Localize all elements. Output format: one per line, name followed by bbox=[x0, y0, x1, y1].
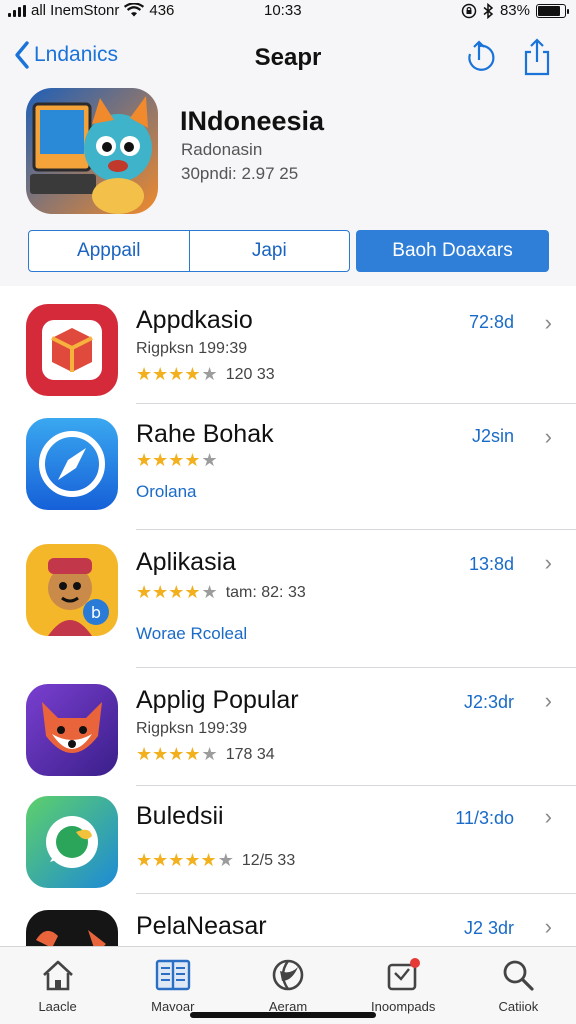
lock-rotation-icon bbox=[461, 3, 477, 18]
network-label: 436 bbox=[149, 2, 175, 19]
tab-label: Inoompads bbox=[371, 999, 436, 1014]
tab-4[interactable]: Catiiok bbox=[461, 947, 576, 1024]
status-right: 83% bbox=[461, 2, 569, 19]
list-item[interactable]: PelaNeasar J2 3dr › bbox=[0, 894, 576, 948]
app-title: Applig Popular bbox=[136, 686, 299, 714]
app-icon-tools bbox=[26, 910, 118, 948]
share-icon[interactable] bbox=[520, 38, 554, 76]
app-link[interactable]: Worae Rcoleal bbox=[136, 624, 247, 644]
rating-count: 12/5 33 bbox=[241, 851, 296, 869]
header: all InemStonr 436 10:33 83% Lndanics Sea… bbox=[0, 0, 576, 286]
battery-icon bbox=[536, 3, 569, 18]
rating-count: tam: 82: 33 bbox=[225, 583, 306, 601]
nav-bar: Lndanics Seapr bbox=[0, 36, 576, 80]
tab-0[interactable]: Laacle bbox=[0, 947, 115, 1024]
tab-label: Laacle bbox=[38, 999, 77, 1014]
chevron-right-icon: › bbox=[544, 424, 552, 449]
app-icon-box bbox=[26, 304, 118, 396]
search-icon bbox=[504, 960, 535, 991]
chevron-right-icon: › bbox=[544, 914, 552, 939]
rating-stars: ★★★★ ★ 178 34 bbox=[136, 744, 275, 764]
rating-stars: ★★★★★ ★ 12/5 33 bbox=[136, 850, 296, 870]
updates-icon bbox=[387, 958, 421, 991]
app-subtitle: Rigpksn 199:39 bbox=[136, 720, 248, 737]
refresh-icon[interactable] bbox=[462, 38, 496, 76]
app-size: 11/3:do bbox=[455, 808, 514, 828]
primary-action-button[interactable]: Baoh Doaxars bbox=[356, 230, 549, 272]
app-name: INdoneesia bbox=[180, 106, 325, 136]
app-title: PelaNeasar bbox=[136, 912, 267, 940]
chevron-right-icon: › bbox=[544, 550, 552, 575]
list-item[interactable]: Buledsii ★★★★★ ★ 12/5 33 11/3:do › bbox=[0, 786, 576, 894]
tab-bar: Laacle Mavoar Aeram Inoompads Catiiok bbox=[0, 946, 576, 1024]
segment-0[interactable]: Apppail bbox=[29, 231, 189, 271]
signal-icon bbox=[8, 4, 26, 17]
bluetooth-icon bbox=[483, 2, 494, 19]
app-hero-icon[interactable] bbox=[26, 88, 158, 214]
globe-icon bbox=[272, 959, 304, 991]
app-icon-chat bbox=[26, 796, 118, 888]
app-title: Appdkasio bbox=[136, 306, 253, 334]
chevron-right-icon: › bbox=[544, 310, 552, 335]
segmented-control: Apppail Japi bbox=[28, 230, 350, 272]
battery-percent: 83% bbox=[499, 2, 530, 19]
book-icon bbox=[155, 959, 190, 991]
status-time: 10:33 bbox=[264, 2, 302, 19]
rating-stars: ★★★★ ★ tam: 82: 33 bbox=[136, 582, 306, 602]
tab-label: Catiiok bbox=[498, 999, 539, 1014]
home-indicator[interactable] bbox=[190, 1012, 376, 1018]
status-left: all InemStonr 436 bbox=[8, 2, 174, 19]
chevron-right-icon: › bbox=[544, 688, 552, 713]
app-title: Rahe Bohak bbox=[136, 420, 274, 448]
app-subtitle: Rigpksn 199:39 bbox=[136, 340, 248, 357]
app-link[interactable]: Orolana bbox=[136, 482, 196, 502]
app-size: J2:3dr bbox=[463, 692, 514, 712]
app-icon-compass bbox=[26, 418, 118, 510]
status-bar: all InemStonr 436 10:33 83% bbox=[0, 0, 576, 22]
rating-count: 120 33 bbox=[225, 365, 275, 383]
wifi-icon bbox=[124, 3, 145, 17]
segment-1[interactable]: Japi bbox=[188, 231, 350, 271]
app-title: Buledsii bbox=[136, 802, 224, 830]
home-icon bbox=[42, 960, 73, 991]
rating-stars: ★★★★ ★ 120 33 bbox=[136, 364, 275, 384]
list-item[interactable]: b Aplikasia ★★★★ ★ tam: 82: 33 Worae Rcol… bbox=[0, 530, 576, 668]
app-developer: Radonasin bbox=[181, 140, 263, 159]
svg-text:b: b bbox=[91, 603, 101, 622]
app-size: J2 3dr bbox=[463, 918, 514, 938]
tab-label: Mavoar bbox=[151, 999, 195, 1014]
rating-stars: ★★★★ ★ bbox=[136, 450, 218, 470]
rating-count: 178 34 bbox=[225, 745, 275, 763]
app-title: Aplikasia bbox=[136, 548, 237, 576]
app-meta: 30pndi: 2.97 25 bbox=[181, 164, 299, 183]
list-item[interactable]: Applig Popular Rigpksn 199:39 ★★★★ ★ 178 … bbox=[0, 668, 576, 786]
list-item[interactable]: Rahe Bohak ★★★★ ★ Orolana J2sin › bbox=[0, 404, 576, 530]
app-size: 13:8d bbox=[468, 554, 514, 574]
list-item[interactable]: Appdkasio Rigpksn 199:39 ★★★★ ★ 120 33 72… bbox=[0, 286, 576, 404]
chevron-right-icon: › bbox=[544, 804, 552, 829]
app-icon-character: b bbox=[26, 544, 118, 636]
app-icon-fox bbox=[26, 684, 118, 776]
carrier-label: all InemStonr bbox=[31, 2, 120, 19]
app-size: J2sin bbox=[471, 426, 514, 446]
app-size: 72:8d bbox=[468, 312, 514, 332]
